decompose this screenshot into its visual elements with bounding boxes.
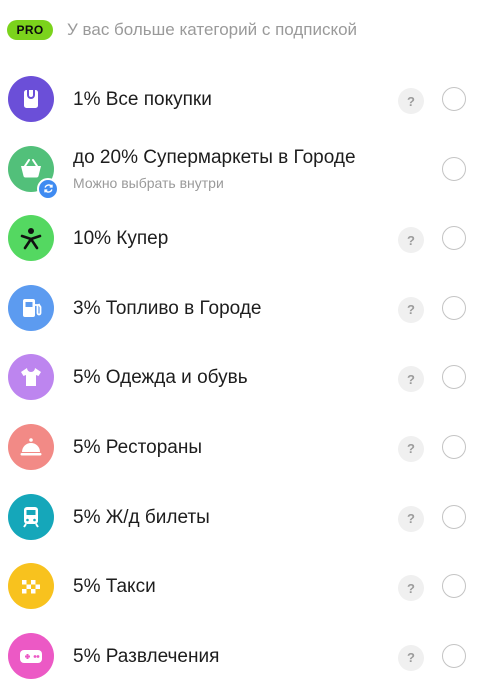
category-label: 5% Одежда и обувь (73, 367, 248, 389)
category-row-all-purchases[interactable]: 1% Все покупки ? (0, 65, 478, 135)
help-button[interactable]: ? (398, 366, 424, 393)
category-row-train-tickets[interactable]: 5% Ж/д билеты ? (0, 483, 478, 553)
refresh-icon (37, 177, 59, 200)
help-button[interactable]: ? (398, 227, 424, 254)
category-label: 1% Все покупки (73, 89, 212, 110)
category-radio[interactable] (442, 504, 466, 529)
category-row-clothing[interactable]: 5% Одежда и обувь ? (0, 343, 478, 413)
category-label: 5% Такси (73, 576, 156, 598)
help-button[interactable]: ? (398, 435, 424, 462)
category-label: 5% Развлечения (73, 645, 220, 667)
category-label: до 20% Супермаркеты в Городе (73, 146, 356, 168)
fuel-icon (8, 284, 54, 331)
category-radio[interactable] (442, 87, 466, 111)
category-radio[interactable] (442, 574, 466, 599)
category-row-supermarkets[interactable]: до 20% Супермаркеты в Городе Можно выбра… (0, 135, 478, 205)
category-row-entertainment[interactable]: 5% Развлечения ? (0, 622, 478, 692)
pro-badge: PRO (7, 20, 53, 40)
taxi-icon (8, 563, 54, 610)
category-label: 5% Рестораны (73, 436, 202, 458)
category-list: 1% Все покупки ? до 20% Супермаркеты в Г… (0, 65, 478, 691)
category-radio[interactable] (442, 434, 466, 459)
category-radio[interactable] (442, 156, 466, 181)
cloche-icon (8, 423, 54, 470)
help-button[interactable]: ? (398, 505, 424, 532)
category-label: 3% Топливо в Городе (73, 297, 262, 319)
subscription-header: PRO У вас больше категорий с подпиской (7, 18, 472, 42)
kuper-icon (8, 215, 54, 262)
help-button[interactable]: ? (398, 296, 424, 323)
category-radio[interactable] (442, 365, 466, 390)
category-label: 10% Купер (73, 228, 169, 250)
category-row-restaurants[interactable]: 5% Рестораны ? (0, 413, 478, 483)
category-row-kuper[interactable]: 10% Купер ? (0, 204, 478, 274)
category-label: 5% Ж/д билеты (73, 506, 210, 528)
train-icon (8, 493, 54, 540)
help-button[interactable]: ? (398, 575, 424, 602)
category-row-taxi[interactable]: 5% Такси ? (0, 552, 478, 622)
header-text: У вас больше категорий с подпиской (67, 20, 358, 39)
category-radio[interactable] (442, 295, 466, 320)
help-button[interactable]: ? (398, 88, 424, 114)
gamepad-icon (8, 632, 54, 679)
category-radio[interactable] (442, 643, 466, 668)
shopping-bag-icon (8, 76, 54, 122)
category-sublabel: Можно выбрать внутри (73, 174, 224, 191)
tshirt-icon (8, 354, 54, 401)
category-row-fuel[interactable]: 3% Топливо в Городе ? (0, 274, 478, 344)
help-button[interactable]: ? (398, 644, 424, 671)
category-radio[interactable] (442, 226, 466, 251)
